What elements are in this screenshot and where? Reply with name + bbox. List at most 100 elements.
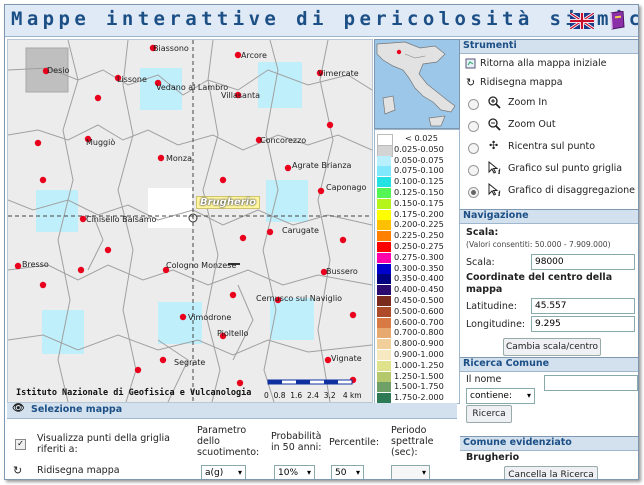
redraw-icon[interactable]: ↻ bbox=[13, 464, 22, 477]
city-label: Lissone bbox=[117, 75, 147, 84]
eye-icon[interactable]: 👁 bbox=[12, 403, 25, 414]
book-icon[interactable] bbox=[608, 11, 626, 31]
city-label: Arcore bbox=[241, 51, 267, 60]
legend-entry: 0.150-0.175 bbox=[377, 198, 457, 209]
zoom-out-label[interactable]: Zoom Out bbox=[508, 119, 556, 130]
percentile-select[interactable]: 50 bbox=[331, 465, 364, 479]
legend-label: 0.200-0.225 bbox=[394, 219, 444, 230]
change-scale-button[interactable]: Cambia scala/centro bbox=[503, 338, 601, 356]
reset-map-icon[interactable] bbox=[465, 58, 476, 69]
clear-search-button[interactable]: Cancella la Ricerca bbox=[504, 466, 598, 479]
zoom-in-label[interactable]: Zoom In bbox=[508, 97, 547, 108]
latitude-input[interactable] bbox=[531, 298, 635, 314]
legend-label: 1.000-1.250 bbox=[394, 359, 444, 370]
period-select[interactable] bbox=[391, 465, 430, 479]
city-label: Vimercate bbox=[318, 69, 359, 78]
legend-swatch bbox=[377, 263, 391, 274]
legend-entry: 0.400-0.450 bbox=[377, 284, 457, 296]
legend-swatch bbox=[377, 166, 391, 177]
pointer-info-icon[interactable]: i bbox=[488, 161, 502, 175]
zoom-out-radio[interactable] bbox=[468, 121, 479, 132]
reset-map-button[interactable]: Ritorna alla mappa iniziale bbox=[480, 58, 607, 69]
grid-plot-label[interactable]: Grafico sul punto griglia bbox=[508, 163, 622, 174]
pointer-info-icon[interactable]: i bbox=[488, 183, 502, 197]
legend-label: 0.450-0.500 bbox=[394, 295, 444, 305]
legend-label: 0.225-0.250 bbox=[394, 230, 444, 241]
legend-label: 1.750-2.000 bbox=[394, 392, 444, 403]
show-points-checkbox[interactable]: ✓ bbox=[15, 439, 26, 450]
legend-swatch bbox=[377, 371, 391, 382]
move-icon[interactable]: ✣ bbox=[489, 139, 498, 152]
legend-label: 0.250-0.275 bbox=[394, 241, 444, 251]
zoom-in-radio[interactable] bbox=[468, 99, 479, 110]
city-label: Biassono bbox=[153, 44, 189, 53]
selection-heading: Selezione mappa bbox=[31, 404, 123, 415]
selection-redraw-button[interactable]: Ridisegna mappa bbox=[37, 465, 120, 476]
zoom-in-icon[interactable] bbox=[488, 96, 501, 109]
legend-swatch bbox=[377, 306, 391, 317]
city-label: Cinisello Balsamo bbox=[86, 215, 157, 224]
legend-label: 1.500-1.750 bbox=[394, 381, 444, 392]
legend-entry: 0.075-0.100 bbox=[377, 165, 457, 177]
city-label: Monza bbox=[166, 154, 192, 163]
redraw-icon[interactable]: ↻ bbox=[466, 76, 475, 89]
disagg-plot-label[interactable]: Grafico di disaggregazione bbox=[508, 185, 635, 196]
legend-entry: 1.000-1.250 bbox=[377, 360, 457, 371]
center-title: Coordinate del centro della mappa bbox=[466, 272, 613, 295]
scale-input[interactable] bbox=[531, 254, 635, 270]
legend-entry: 0.175-0.200 bbox=[377, 209, 457, 220]
legend-label: 0.025-0.050 bbox=[394, 143, 444, 154]
legend-swatch bbox=[377, 382, 391, 393]
lon-label: Longitudine: bbox=[466, 319, 526, 330]
map-canvas[interactable] bbox=[8, 40, 372, 402]
param-select[interactable]: a(g) bbox=[201, 465, 246, 479]
legend-swatch bbox=[377, 252, 391, 263]
scale-title: Scala: bbox=[466, 227, 499, 238]
show-points-label: Visualizza punti della griglia riferiti … bbox=[37, 433, 170, 455]
map-selection-panel: 👁 Selezione mappa ✓ Visualizza punti del… bbox=[7, 403, 457, 479]
city-label: Segrate bbox=[174, 358, 206, 367]
scale-labels: 0 0.8 1.6 2.4 3.2 4 km bbox=[264, 391, 362, 400]
legend-swatch bbox=[377, 209, 391, 220]
legend-swatch bbox=[377, 360, 391, 371]
grid-plot-radio[interactable] bbox=[468, 165, 479, 176]
search-mode-select[interactable]: contiene: bbox=[466, 388, 535, 404]
search-input[interactable] bbox=[544, 375, 638, 391]
city-label: Cologno Monzese bbox=[166, 261, 237, 270]
prob-select[interactable]: 10% bbox=[274, 465, 315, 479]
perc-label: Percentile: bbox=[329, 437, 380, 448]
legend-label: 0.300-0.350 bbox=[394, 262, 444, 273]
legend-entry: 0.100-0.125 bbox=[377, 176, 457, 188]
evidenziato-heading: Comune evidenziato bbox=[460, 436, 638, 451]
seismic-map[interactable]: Biassono Arcore Desio Vimercate Lissone … bbox=[7, 39, 373, 403]
param-label: Parametro dello scuotimento: bbox=[197, 425, 260, 458]
overview-map[interactable] bbox=[374, 39, 460, 129]
legend-swatch bbox=[377, 393, 391, 404]
search-button[interactable]: Ricerca bbox=[466, 405, 512, 423]
recenter-radio[interactable] bbox=[468, 143, 479, 154]
legend-entry: 1.750-2.000 bbox=[377, 392, 457, 404]
uk-flag-icon[interactable] bbox=[570, 13, 594, 29]
highlighted-comune-label[interactable]: Brugherio bbox=[196, 196, 260, 209]
city-label: Concorezzo bbox=[260, 136, 307, 145]
app-window: Mappe interattive di pericolosità sismic… bbox=[4, 4, 639, 480]
recenter-label[interactable]: Ricentra sul punto bbox=[508, 141, 595, 152]
legend-swatch bbox=[377, 296, 391, 306]
city-label: Agrate Brianza bbox=[292, 161, 352, 170]
page-title: Mappe interattive di pericolosità sismic… bbox=[11, 8, 639, 30]
ricerca-heading: Ricerca Comune bbox=[460, 357, 638, 372]
legend-label: 0.175-0.200 bbox=[394, 208, 444, 219]
lat-label: Latitudine: bbox=[466, 301, 517, 312]
redraw-map-button[interactable]: Ridisegna mappa bbox=[480, 77, 563, 88]
legend-entry: 0.350-0.400 bbox=[377, 273, 457, 285]
longitude-input[interactable] bbox=[531, 316, 635, 332]
legend-label: 0.800-0.900 bbox=[394, 338, 444, 349]
legend-swatch bbox=[377, 317, 391, 328]
zoom-out-icon[interactable] bbox=[488, 118, 501, 131]
disagg-plot-radio[interactable] bbox=[468, 187, 479, 198]
legend-swatch bbox=[377, 220, 391, 231]
hazard-legend: < 0.025 0.025-0.050 0.050-0.075 0.075-0.100… bbox=[374, 129, 460, 404]
legend-entry: 0.450-0.500 bbox=[377, 295, 457, 306]
navigazione-heading: Navigazione bbox=[460, 209, 638, 224]
prob-label: Probabilità in 50 anni: bbox=[271, 431, 322, 453]
